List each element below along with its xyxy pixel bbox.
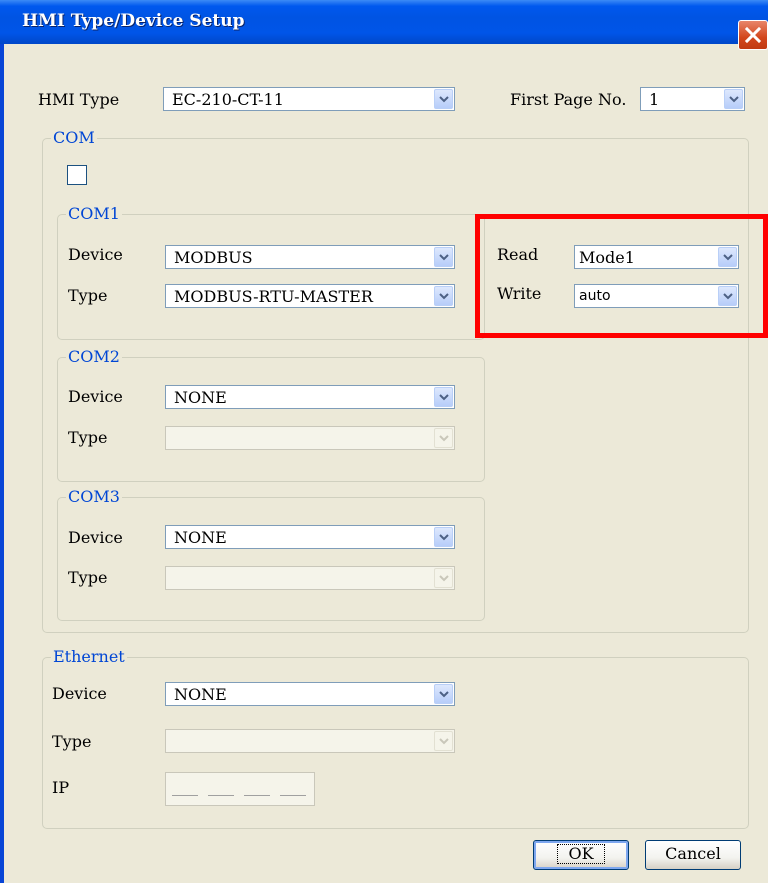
chevron-down-icon — [439, 254, 449, 261]
chevron-down-icon — [439, 394, 449, 401]
ethernet-ip-input[interactable] — [165, 772, 315, 806]
com2-type-dropdown-button[interactable] — [434, 428, 453, 448]
com-enable-checkbox[interactable] — [67, 165, 87, 185]
com2-type-select[interactable] — [165, 426, 455, 450]
window-title: HMI Type/Device Setup — [22, 11, 245, 31]
first-page-select[interactable]: 1 — [640, 87, 745, 111]
com3-device-dropdown-button[interactable] — [434, 527, 453, 547]
com2-group: COM2 — [57, 347, 485, 482]
com1-type-select[interactable]: MODBUS-RTU-MASTER — [165, 284, 455, 308]
chevron-down-icon — [439, 435, 449, 442]
com1-type-value: MODBUS-RTU-MASTER — [174, 287, 373, 306]
ok-button[interactable]: OK — [533, 840, 629, 870]
ethernet-device-select[interactable]: NONE — [165, 682, 455, 706]
close-button[interactable] — [738, 20, 768, 50]
com2-device-dropdown-button[interactable] — [434, 387, 453, 407]
first-page-dropdown-button[interactable] — [724, 89, 743, 109]
com-group-title: COM — [51, 128, 97, 147]
cancel-button-label: Cancel — [665, 844, 721, 863]
com2-device-select[interactable]: NONE — [165, 385, 455, 409]
com2-group-title: COM2 — [66, 347, 122, 366]
com1-type-dropdown-button[interactable] — [434, 286, 453, 306]
ethernet-type-label: Type — [52, 732, 92, 751]
cancel-button[interactable]: Cancel — [645, 840, 741, 870]
com3-type-select[interactable] — [165, 566, 455, 590]
ethernet-ip-label: IP — [52, 778, 70, 797]
ethernet-type-select[interactable] — [165, 729, 455, 753]
com2-type-label: Type — [68, 428, 108, 447]
com3-group: COM3 — [57, 487, 485, 621]
com3-type-label: Type — [68, 568, 108, 587]
chevron-down-icon — [439, 691, 449, 698]
ip-octet-2 — [208, 795, 234, 796]
com1-group-title: COM1 — [66, 204, 122, 223]
title-bar[interactable]: HMI Type/Device Setup — [0, 0, 768, 44]
first-page-value: 1 — [649, 90, 660, 109]
com3-type-dropdown-button[interactable] — [434, 568, 453, 588]
window-frame-left — [0, 44, 4, 883]
hmi-type-select[interactable]: EC-210-CT-11 — [163, 87, 455, 111]
ethernet-device-dropdown-button[interactable] — [434, 684, 453, 704]
hmi-type-value: EC-210-CT-11 — [172, 90, 284, 109]
ok-button-label: OK — [557, 844, 605, 864]
com3-device-select[interactable]: NONE — [165, 525, 455, 549]
ip-octet-4 — [280, 795, 306, 796]
chevron-down-icon — [439, 738, 449, 745]
com1-device-value: MODBUS — [174, 248, 253, 267]
first-page-label: First Page No. — [510, 90, 627, 109]
com2-device-label: Device — [68, 387, 123, 406]
ethernet-type-dropdown-button[interactable] — [434, 731, 453, 751]
ethernet-device-label: Device — [52, 684, 107, 703]
com3-device-label: Device — [68, 528, 123, 547]
com1-device-label: Device — [68, 245, 123, 264]
read-write-highlight-box — [475, 214, 768, 338]
com3-group-title: COM3 — [66, 487, 122, 506]
chevron-down-icon — [439, 534, 449, 541]
hmi-type-label: HMI Type — [38, 90, 120, 109]
ip-octet-3 — [244, 795, 270, 796]
chevron-down-icon — [439, 96, 449, 103]
chevron-down-icon — [439, 575, 449, 582]
ip-octet-1 — [172, 795, 198, 796]
close-icon — [744, 26, 762, 44]
dialog-window: HMI Type/Device Setup HMI Type EC-210-CT… — [0, 0, 768, 883]
com1-group: COM1 — [57, 204, 485, 340]
hmi-type-dropdown-button[interactable] — [434, 89, 453, 109]
com1-device-select[interactable]: MODBUS — [165, 245, 455, 269]
chevron-down-icon — [729, 96, 739, 103]
com1-type-label: Type — [68, 286, 108, 305]
ethernet-device-value: NONE — [174, 685, 227, 704]
com1-device-dropdown-button[interactable] — [434, 247, 453, 267]
com2-device-value: NONE — [174, 388, 227, 407]
chevron-down-icon — [439, 293, 449, 300]
com3-device-value: NONE — [174, 528, 227, 547]
ethernet-group-title: Ethernet — [51, 647, 127, 666]
